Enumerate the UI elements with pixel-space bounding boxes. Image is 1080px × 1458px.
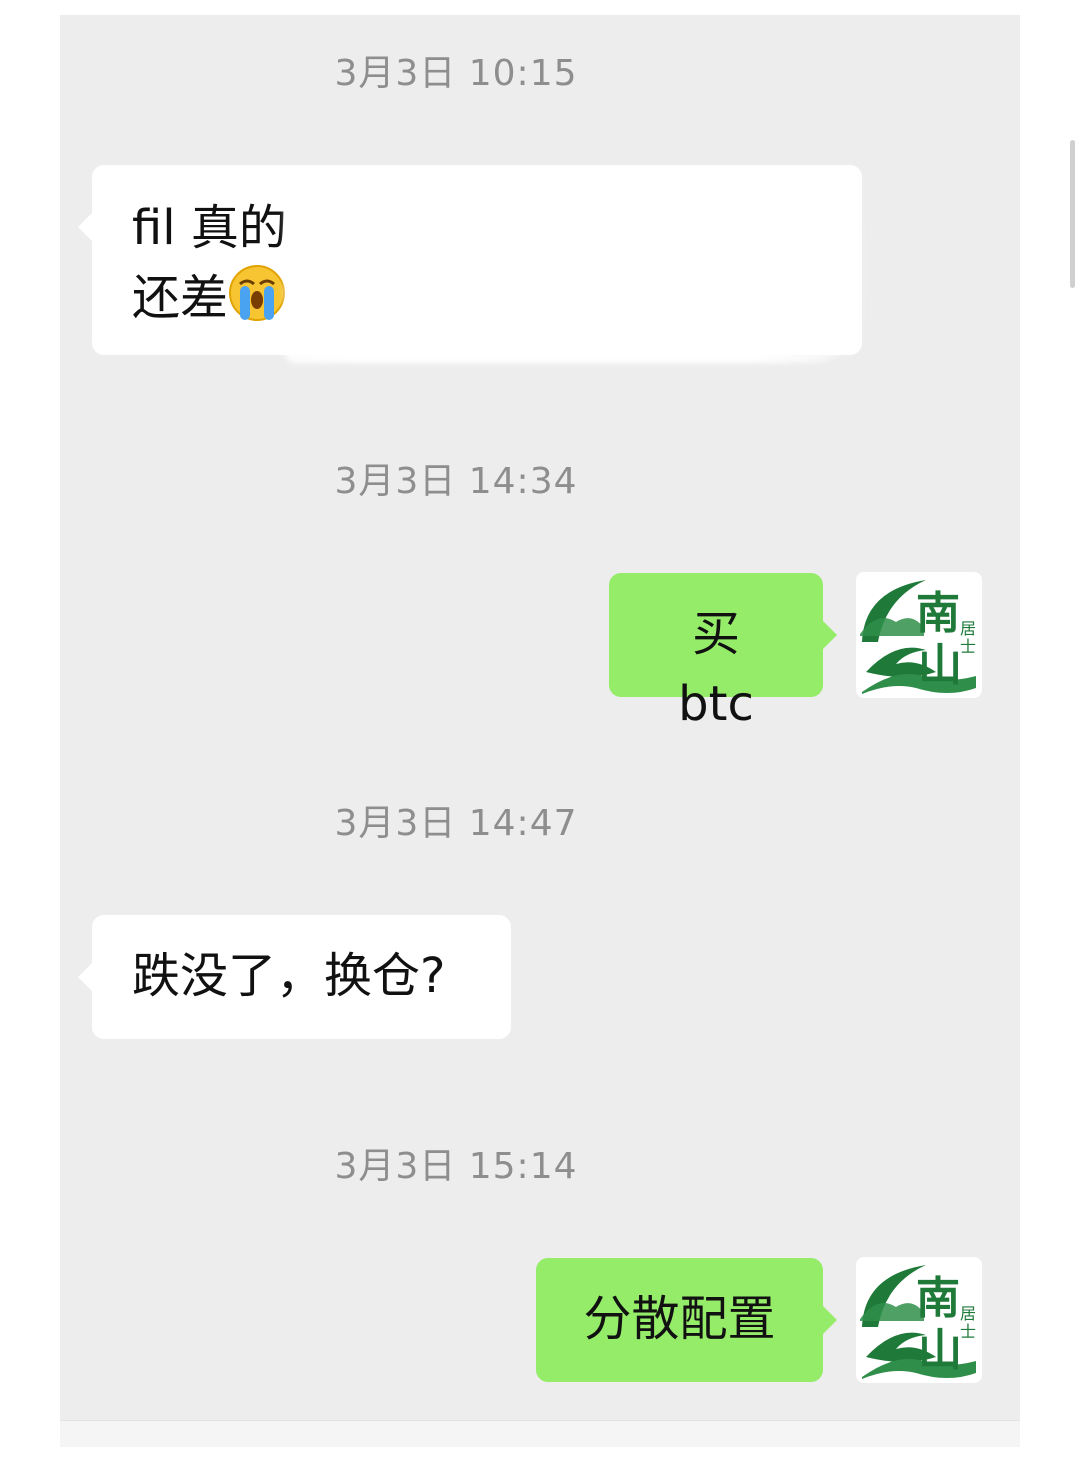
incoming-message-bubble[interactable]: 跌没了，换仓? <box>78 915 511 1039</box>
nanshan-logo-icon: 南 山 居 士 <box>860 1265 976 1379</box>
svg-text:士: 士 <box>960 1322 976 1341</box>
message-timestamp: 3月3日 15:14 <box>334 1146 578 1187</box>
svg-text:山: 山 <box>918 1325 962 1376</box>
svg-text:士: 士 <box>960 637 976 656</box>
nanshan-logo-icon: 南 山 居 士 <box>860 580 976 694</box>
message-text: 买 btc <box>678 606 754 732</box>
svg-text:南: 南 <box>916 588 960 639</box>
loudly-crying-face-icon <box>228 264 286 322</box>
message-text: 跌没了，换仓? <box>132 948 446 1004</box>
message-text: 分散配置 <box>583 1291 776 1347</box>
input-bar-edge <box>60 1420 1020 1447</box>
outgoing-message-bubble[interactable]: 买 btc <box>609 573 837 732</box>
redaction-smear <box>285 178 870 363</box>
message-timestamp: 3月3日 10:15 <box>334 53 578 94</box>
user-avatar[interactable]: 南 山 居 士 <box>856 1257 982 1383</box>
scrollbar[interactable] <box>1070 140 1075 288</box>
message-timestamp: 3月3日 14:34 <box>334 461 578 502</box>
svg-text:山: 山 <box>918 640 962 691</box>
message-timestamp: 3月3日 14:47 <box>334 803 578 844</box>
outgoing-message-bubble[interactable]: 分散配置 <box>536 1258 837 1382</box>
svg-text:居: 居 <box>960 619 976 638</box>
svg-text:南: 南 <box>916 1273 960 1324</box>
user-avatar[interactable]: 南 山 居 士 <box>856 572 982 698</box>
svg-text:居: 居 <box>960 1304 976 1323</box>
